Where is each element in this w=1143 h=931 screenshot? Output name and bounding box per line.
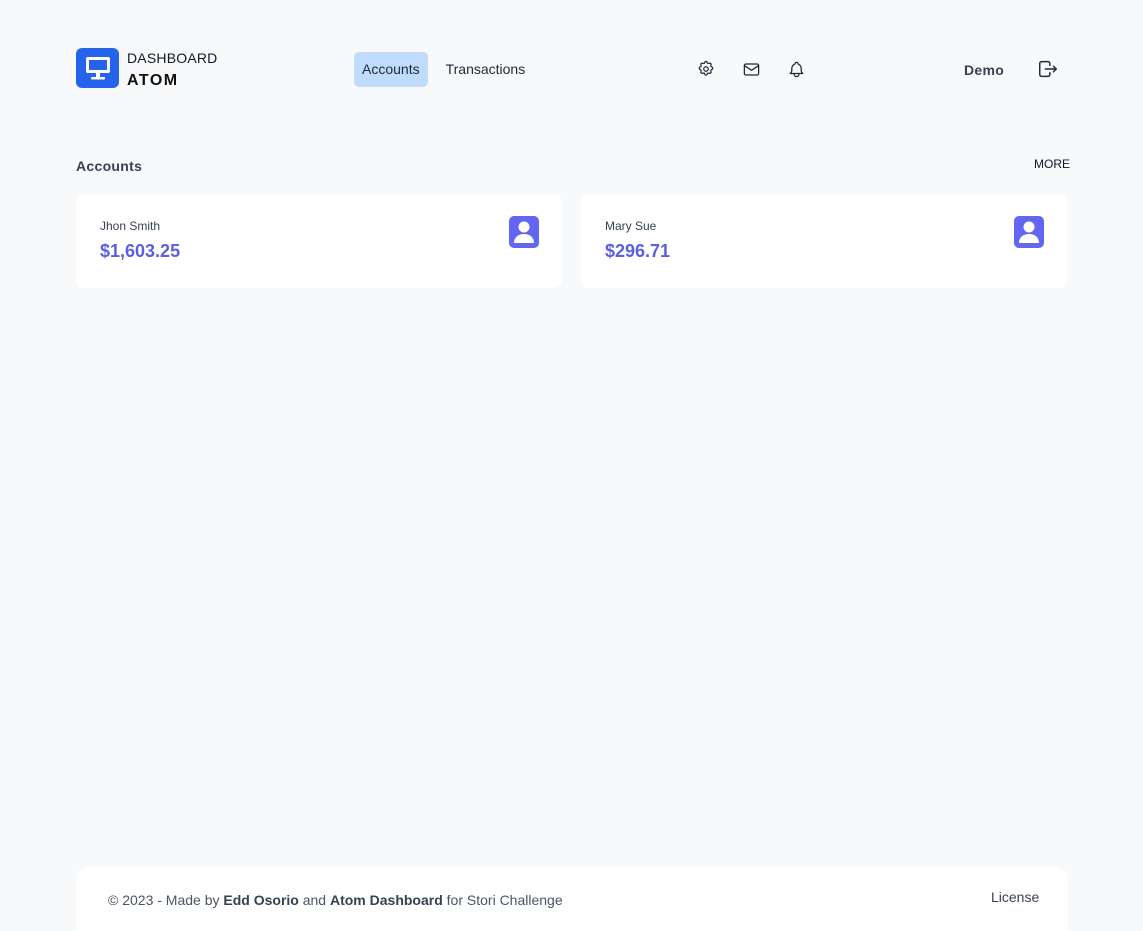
gear-icon[interactable] [695, 58, 717, 80]
user-name[interactable]: Demo [964, 62, 1004, 78]
user-avatar-icon [1014, 216, 1044, 248]
account-name: Jhon Smith [100, 219, 161, 233]
brand-subtitle: DASHBOARD [127, 50, 218, 66]
brand[interactable]: DASHBOARD ATOM [127, 50, 217, 90]
footer: © 2023 - Made by Edd Osorio and Atom Das… [76, 867, 1068, 931]
footer-project: Atom Dashboard [329, 892, 443, 908]
monitor-icon[interactable] [76, 48, 119, 88]
account-card[interactable]: Jhon Smith $1,603.25 [76, 194, 562, 288]
account-balance: $296.71 [605, 241, 671, 261]
nav-transactions[interactable]: Transactions [438, 52, 534, 87]
top-bar: DASHBOARD ATOM Accounts Transactions Dem… [0, 0, 1143, 140]
section-title: Accounts [76, 158, 143, 174]
header-actions [695, 58, 807, 80]
license-link[interactable]: License [991, 889, 1039, 905]
account-card[interactable]: Mary Sue $296.71 [581, 194, 1067, 288]
account-name: Mary Sue [605, 219, 657, 233]
logout-icon[interactable] [1037, 58, 1059, 80]
mail-icon[interactable] [740, 58, 762, 80]
footer-credits: © 2023 - Made by Edd Osorio and Atom Das… [108, 892, 563, 908]
more-link[interactable]: MORE [1034, 157, 1070, 171]
footer-and: and [302, 892, 327, 908]
nav-accounts[interactable]: Accounts [354, 52, 428, 87]
brand-title: ATOM [127, 72, 179, 89]
main-nav: Accounts Transactions [354, 52, 533, 87]
user-avatar-icon [509, 216, 539, 248]
footer-prefix: © 2023 - Made by [108, 892, 220, 908]
footer-author: Edd Osorio [223, 892, 299, 908]
bell-icon[interactable] [785, 58, 807, 80]
footer-suffix: for Stori Challenge [446, 892, 563, 908]
account-balance: $1,603.25 [100, 241, 181, 261]
